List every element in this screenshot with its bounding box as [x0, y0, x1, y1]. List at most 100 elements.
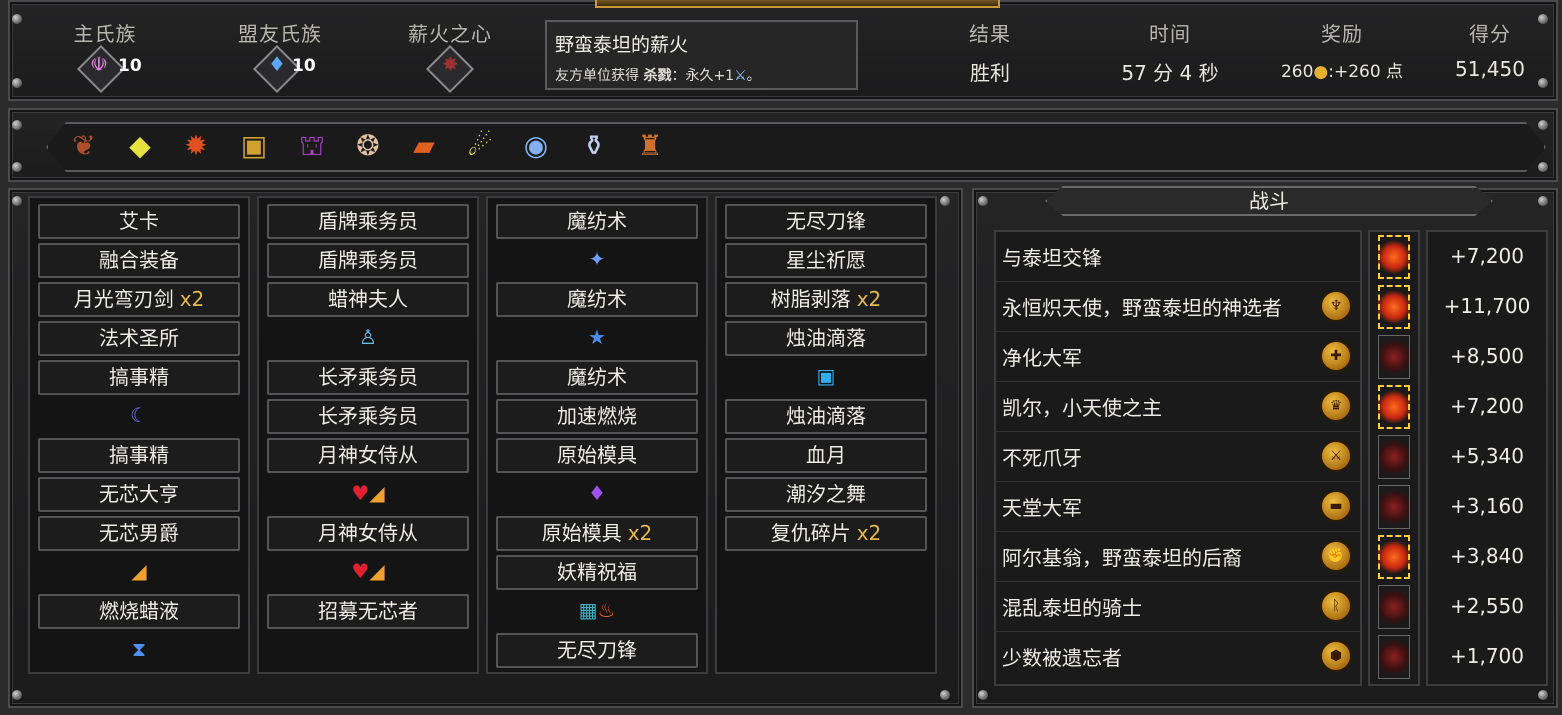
card[interactable]: 融合装备 — [38, 243, 240, 278]
card[interactable]: 魔纺术 — [496, 204, 698, 239]
titan-fire-icon[interactable]: ✸ — [442, 52, 459, 76]
count-badge: x2 — [856, 521, 882, 545]
cross-icon: ✚ — [1320, 340, 1352, 372]
ally-tribe-level: 10 — [292, 56, 316, 76]
crystal-icon[interactable]: ◆ — [122, 128, 158, 164]
card[interactable]: 长矛乘务员 — [267, 360, 469, 395]
vial-icon[interactable]: ⚱ — [576, 128, 612, 164]
time-value: 57 分 4 秒 — [1121, 61, 1219, 85]
purple-table-icon[interactable]: ⛫ — [294, 128, 330, 164]
frost-orb-icon[interactable]: ◉ — [518, 128, 554, 164]
battle-score: +3,160 — [1449, 494, 1524, 518]
main-tribe: 主氏族 — [73, 22, 137, 46]
card[interactable]: 搞事精 — [38, 438, 240, 473]
battle-score: +7,200 — [1449, 244, 1524, 268]
purple-flame-icon[interactable]: ♦ — [496, 476, 698, 511]
card[interactable]: 月神女侍从 — [267, 438, 469, 473]
battle-opponents: 与泰坦交锋 永恒炽天使，野蛮泰坦的神选者 ♆ 净化大军 ✚ 凯尔，小天使之主 ♛ 不死… — [994, 230, 1362, 686]
angel-icon: ♆ — [1320, 290, 1352, 322]
cannon-icon[interactable]: ❦ — [66, 128, 102, 164]
gold-coin-icon: ● — [1313, 62, 1329, 82]
titan-burning-icon — [1378, 235, 1410, 279]
score: 得分 51,450 — [1440, 18, 1540, 81]
battle-row[interactable]: 少数被遗忘者 ⬢ — [996, 632, 1360, 682]
heart-boot-icon[interactable]: ♥◢ — [267, 554, 469, 589]
card[interactable]: 烛油滴落 — [725, 399, 927, 434]
star-icon[interactable]: ★ — [496, 320, 698, 355]
card[interactable]: 月神女侍从 — [267, 516, 469, 551]
heart-boot-icon[interactable]: ♥◢ — [267, 476, 469, 511]
cube-icon[interactable]: ▣ — [725, 359, 927, 394]
crystal-flask-icon[interactable]: ♙ — [267, 320, 469, 355]
battle-row[interactable]: 天堂大军 ▬ — [996, 482, 1360, 532]
boot-icon[interactable]: ◢ — [38, 554, 240, 589]
card[interactable]: 月光弯刃剑 x2 — [38, 282, 240, 317]
battle-score: +2,550 — [1449, 594, 1524, 618]
card[interactable]: 树脂剥落 x2 — [725, 282, 927, 317]
card[interactable]: 招募无芯者 — [267, 594, 469, 629]
card[interactable]: 搞事精 — [38, 360, 240, 395]
titan-icon — [1378, 585, 1410, 629]
card[interactable]: 蜡神夫人 — [267, 282, 469, 317]
titan-burning-icon — [1378, 535, 1410, 579]
card[interactable]: 无尽刀锋 — [725, 204, 927, 239]
battle-row[interactable]: 永恒炽天使，野蛮泰坦的神选者 ♆ — [996, 282, 1360, 332]
moon-charm-icon[interactable]: ☾ — [38, 398, 240, 433]
card[interactable]: 加速燃烧 — [496, 399, 698, 434]
totem-icon[interactable]: ♜ — [632, 128, 668, 164]
battle-row[interactable]: 不死爪牙 ⚔ — [996, 432, 1360, 482]
titan-icon — [1378, 335, 1410, 379]
claw-icon: ⚔ — [1320, 440, 1352, 472]
card[interactable]: 无芯男爵 — [38, 516, 240, 551]
battle-title: 战斗 — [1045, 186, 1493, 216]
card[interactable]: 烛油滴落 — [725, 321, 927, 356]
battle-score: +5,340 — [1449, 444, 1524, 468]
battle-row[interactable]: 凯尔，小天使之主 ♛ — [996, 382, 1360, 432]
card[interactable]: 长矛乘务员 — [267, 399, 469, 434]
card[interactable]: 星尘祈愿 — [725, 243, 927, 278]
card[interactable]: 无芯大亨 — [38, 477, 240, 512]
time: 时间 57 分 4 秒 — [1100, 18, 1240, 86]
deck-column-2: 盾牌乘务员 盾牌乘务员 蜡神夫人 ♙ 长矛乘务员 长矛乘务员 月神女侍从 ♥◢ … — [257, 196, 479, 674]
battle-score: +1,700 — [1449, 644, 1524, 668]
battle-row[interactable]: 混乱泰坦的骑士 ᚱ — [996, 582, 1360, 632]
card[interactable]: 无尽刀锋 — [496, 633, 698, 668]
card[interactable]: 复仇碎片 x2 — [725, 516, 927, 551]
card[interactable]: 原始模具 x2 — [496, 516, 698, 551]
tablet-icon: ▬ — [1320, 490, 1352, 522]
count-badge: x2 — [179, 287, 205, 311]
fire-spirit-icon[interactable]: ✹ — [178, 128, 214, 164]
card[interactable]: 法术圣所 — [38, 321, 240, 356]
card[interactable]: 血月 — [725, 438, 927, 473]
fire-heart-tooltip: 野蛮泰坦的薪火 友方单位获得 杀戮：永久+1⚔。 — [545, 20, 858, 90]
card[interactable]: 原始模具 — [496, 438, 698, 473]
card[interactable]: 燃烧蜡液 — [38, 594, 240, 629]
dancer-icon[interactable]: ❂ — [350, 128, 386, 164]
card[interactable]: 魔纺术 — [496, 282, 698, 317]
score-value: 51,450 — [1455, 57, 1525, 81]
titan-burning-icon — [1378, 385, 1410, 429]
sparkle-icon[interactable]: ✦ — [496, 242, 698, 277]
golden-card-icon[interactable]: ▣ — [236, 128, 272, 164]
battle-row[interactable]: 与泰坦交锋 — [996, 232, 1360, 282]
fire-card-icon[interactable]: ▰ — [406, 128, 442, 164]
larva-icon[interactable]: ☄ — [462, 128, 498, 164]
battle-outcomes — [1368, 230, 1420, 686]
flame-icon: ♦ — [268, 52, 286, 76]
fire-title: 野蛮泰坦的薪火 — [555, 34, 689, 56]
fist-icon: ✊ — [1320, 540, 1352, 572]
titan-burning-icon — [1378, 285, 1410, 329]
slay-keyword: 杀戮 — [643, 68, 672, 84]
main-tribe-level: 10 — [118, 56, 142, 76]
card[interactable]: 潮汐之舞 — [725, 477, 927, 512]
battle-row[interactable]: 阿尔基翁，野蛮泰坦的后裔 ✊ — [996, 532, 1360, 582]
cards-fire-icon[interactable]: ▦♨ — [496, 593, 698, 628]
card[interactable]: 盾牌乘务员 — [267, 243, 469, 278]
hourglass-icon[interactable]: ⧗ — [38, 632, 240, 667]
card[interactable]: 妖精祝福 — [496, 555, 698, 590]
card[interactable]: 盾牌乘务员 — [267, 204, 469, 239]
card[interactable]: 艾卡 — [38, 204, 240, 239]
header-ornament — [595, 0, 1000, 8]
card[interactable]: 魔纺术 — [496, 360, 698, 395]
battle-row[interactable]: 净化大军 ✚ — [996, 332, 1360, 382]
